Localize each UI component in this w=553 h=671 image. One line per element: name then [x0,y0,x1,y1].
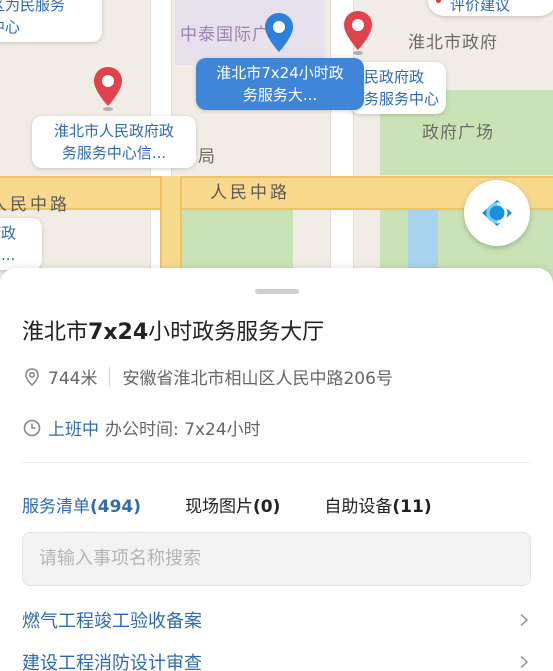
map-label-city-gov: 淮北市政府 [408,33,498,53]
map-callout-partial[interactable]: 区为民服务 中心 [0,0,102,42]
place-detail-sheet: 淮北市7x24小时政务服务大厅 744米 安徽省淮北市相山区人民中路206号 上… [0,268,553,671]
divider [22,462,531,463]
eval-suggest-label: 评价建议 [450,0,511,14]
tab-count: (0) [253,497,281,517]
tab-label: 现场图片 [185,497,254,517]
clock-icon [23,419,41,436]
distance-text: 744米 [48,369,98,389]
map-label-bureau: 局 [198,147,216,167]
tab-label: 服务清单 [22,497,90,517]
map-callout-active[interactable]: 淮北市7x24小时政 务服务大... [196,58,364,110]
map-callout-partial[interactable]: 府政 务... [0,218,42,270]
address-text: 安徽省淮北市相山区人民中路206号 [122,369,393,389]
map-pin-icon[interactable] [342,10,374,56]
tab-count: (11) [392,497,432,517]
map-callout-right[interactable]: 民政府政 务服务中心 [350,62,446,114]
eval-suggest-button[interactable]: 评价建议 [428,0,553,16]
tab-bar: 服务清单(494) 现场图片(0) 自助设备(11) [22,492,476,517]
list-item[interactable]: 燃气工程竣工验收备案 [22,600,531,640]
map-label-road-left: 人民中路 [0,195,70,215]
title-bold: 7x24 [88,320,149,345]
tab-count: (494) [90,497,142,517]
map-label-road: 人民中路 [210,183,290,203]
drag-handle[interactable] [255,289,299,294]
open-status: 上班中 [48,420,99,440]
tab-service-list[interactable]: 服务清单(494) [22,492,141,517]
navigation-button[interactable] [464,180,530,246]
divider [109,366,111,387]
tab-self-service-devices[interactable]: 自助设备(11) [324,492,431,517]
tab-site-photos[interactable]: 现场图片(0) [185,492,280,517]
map-callout-left[interactable]: 淮北市人民政府政 务服务中心信... [32,116,196,168]
navigation-icon [482,200,512,226]
map-pin-selected-icon[interactable] [263,12,295,58]
notification-dot [436,0,441,3]
title-prefix: 淮北市 [22,320,89,345]
map-view[interactable]: 中泰国际广场 淮北市政府 政府广场 局 人民中路 人民中路 区为民服务 中心 府… [0,0,553,300]
list-item-label: 燃气工程竣工验收备案 [22,611,202,632]
chevron-right-icon [520,613,529,627]
location-pin-icon [25,367,39,386]
list-item[interactable]: 建设工程消防设计审查 [22,642,531,671]
search-input[interactable]: 请输入事项名称搜索 [22,532,531,586]
place-title: 淮北市7x24小时政务服务大厅 [22,314,324,346]
location-row: 744米 安徽省淮北市相山区人民中路206号 [22,364,393,389]
map-pin-icon[interactable] [92,66,124,112]
list-item-label: 建设工程消防设计审查 [22,653,202,671]
title-suffix: 小时政务服务大厅 [148,320,325,345]
chevron-right-icon [520,655,529,669]
hours-text: 办公时间: 7x24小时 [105,420,261,440]
hours-row: 上班中 办公时间: 7x24小时 [22,415,261,440]
map-label-gov-square: 政府广场 [422,123,494,143]
tab-label: 自助设备 [324,497,393,517]
